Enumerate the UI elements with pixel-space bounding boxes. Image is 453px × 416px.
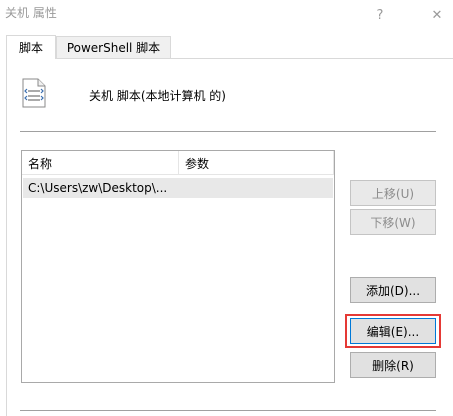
script-list[interactable]: 名称 参数 C:\Users\zw\Desktop\... bbox=[21, 150, 335, 383]
tab-scripts[interactable]: 脚本 bbox=[6, 35, 56, 59]
column-name-label: 名称 bbox=[28, 156, 53, 171]
list-header: 名称 参数 bbox=[22, 151, 334, 175]
window-title: 关机 属性 bbox=[5, 6, 57, 20]
separator-top bbox=[20, 131, 436, 132]
move-down-button[interactable]: 下移(W) bbox=[350, 209, 436, 235]
edit-button[interactable]: 编辑(E)... bbox=[350, 318, 436, 344]
title-bar: 关机 属性 ? ✕ bbox=[0, 0, 453, 30]
move-up-button[interactable]: 上移(U) bbox=[350, 180, 436, 206]
close-icon: ✕ bbox=[431, 7, 443, 23]
script-header-label: 关机 脚本(本地计算机 的) bbox=[89, 89, 226, 103]
column-params-label: 参数 bbox=[185, 156, 210, 171]
remove-button[interactable]: 删除(R) bbox=[350, 352, 436, 378]
separator-bottom bbox=[20, 410, 436, 411]
list-item[interactable]: C:\Users\zw\Desktop\... bbox=[23, 178, 333, 198]
tab-powershell-label: PowerShell 脚本 bbox=[66, 41, 161, 55]
column-header-params[interactable]: 参数 bbox=[179, 151, 334, 175]
tab-powershell-scripts[interactable]: PowerShell 脚本 bbox=[56, 36, 171, 58]
add-button[interactable]: 添加(D)... bbox=[350, 277, 436, 303]
script-document-icon bbox=[22, 78, 46, 108]
list-item-name: C:\Users\zw\Desktop\... bbox=[28, 181, 168, 195]
help-icon: ? bbox=[376, 7, 384, 23]
tab-scripts-label: 脚本 bbox=[18, 41, 43, 55]
list-item-params bbox=[180, 178, 330, 198]
help-button[interactable]: ? bbox=[358, 0, 402, 30]
column-header-name[interactable]: 名称 bbox=[22, 151, 179, 175]
close-button[interactable]: ✕ bbox=[415, 0, 453, 30]
